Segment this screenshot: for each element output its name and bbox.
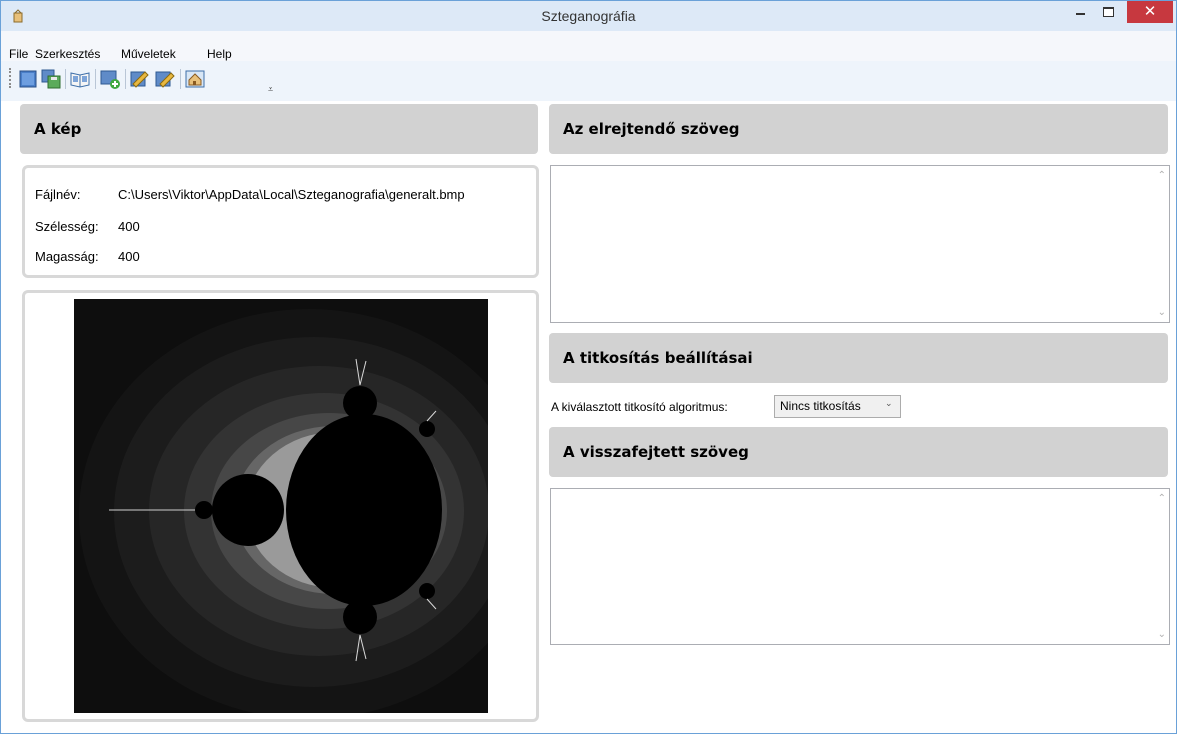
encryption-header: A titkosítás beállításai (549, 333, 1168, 383)
height-label: Magasság: (35, 249, 99, 264)
close-icon: ✕ (1143, 2, 1157, 20)
scroll-up-icon[interactable]: ⌃ (1158, 493, 1166, 504)
menu-muveletek[interactable]: Műveletek (121, 47, 176, 61)
minimize-icon (1076, 13, 1085, 15)
maximize-button[interactable] (1095, 1, 1121, 23)
algorithm-select[interactable]: Nincs titkosítás ⌄ (774, 395, 901, 418)
toolbar-separator (95, 69, 96, 89)
algorithm-label: A kiválasztott titkosító algoritmus: (551, 400, 728, 414)
menu-file[interactable]: File (9, 47, 28, 61)
add-image-icon[interactable] (100, 69, 120, 89)
save-icon[interactable] (41, 69, 61, 89)
toolbar-grip[interactable] (9, 68, 13, 88)
maximize-icon (1103, 7, 1114, 17)
close-button[interactable]: ✕ (1127, 1, 1173, 23)
width-label: Szélesség: (35, 219, 99, 234)
toolbar (1, 61, 1176, 101)
menu-bar: File Szerkesztés Műveletek Help (1, 31, 1176, 61)
menu-help[interactable]: Help (207, 47, 232, 61)
scroll-up-icon[interactable]: ⌃ (1158, 170, 1166, 181)
fractal-image (74, 299, 488, 713)
image-panel-header: A kép (20, 104, 538, 154)
menu-szerkesztes[interactable]: Szerkesztés (35, 47, 100, 61)
edit-icon[interactable] (130, 69, 150, 89)
toolbar-separator (65, 69, 66, 89)
minimize-button[interactable] (1067, 1, 1093, 23)
title-bar[interactable]: Szteganográfia ✕ (1, 1, 1176, 31)
hidden-text-header: Az elrejtendő szöveg (549, 104, 1168, 154)
main-window: Szteganográfia ✕ File Szerkesztés Művele… (0, 0, 1177, 734)
toolbar-separator (125, 69, 126, 89)
hidden-text-title: Az elrejtendő szöveg (563, 120, 740, 138)
decoded-text-header: A visszafejtett szöveg (549, 427, 1168, 477)
toolbar-overflow-icon[interactable]: ⩡ (268, 85, 273, 95)
decoded-text-title: A visszafejtett szöveg (563, 443, 749, 461)
open-book-icon[interactable] (70, 69, 90, 89)
mandelbrot-picture (74, 299, 488, 713)
algorithm-selected-value: Nincs titkosítás (780, 399, 861, 413)
home-icon[interactable] (185, 69, 205, 89)
new-icon[interactable] (18, 69, 38, 89)
filename-label: Fájlnév: (35, 187, 81, 202)
image-info-box: Fájlnév: C:\Users\Viktor\AppData\Local\S… (22, 165, 539, 278)
encode-icon[interactable] (155, 69, 175, 89)
filename-value: C:\Users\Viktor\AppData\Local\Szteganogr… (118, 187, 465, 202)
scroll-down-icon[interactable]: ⌄ (1158, 307, 1166, 318)
toolbar-separator (180, 69, 181, 89)
decoded-text-output[interactable]: ⌃ ⌄ (550, 488, 1170, 645)
width-value: 400 (118, 219, 140, 234)
window-title: Szteganográfia (541, 8, 636, 24)
hidden-text-input[interactable]: ⌃ ⌄ (550, 165, 1170, 323)
image-panel-title: A kép (34, 120, 82, 138)
scroll-down-icon[interactable]: ⌄ (1158, 629, 1166, 640)
height-value: 400 (118, 249, 140, 264)
chevron-down-icon: ⌄ (885, 398, 893, 408)
encryption-title: A titkosítás beállításai (563, 349, 753, 367)
